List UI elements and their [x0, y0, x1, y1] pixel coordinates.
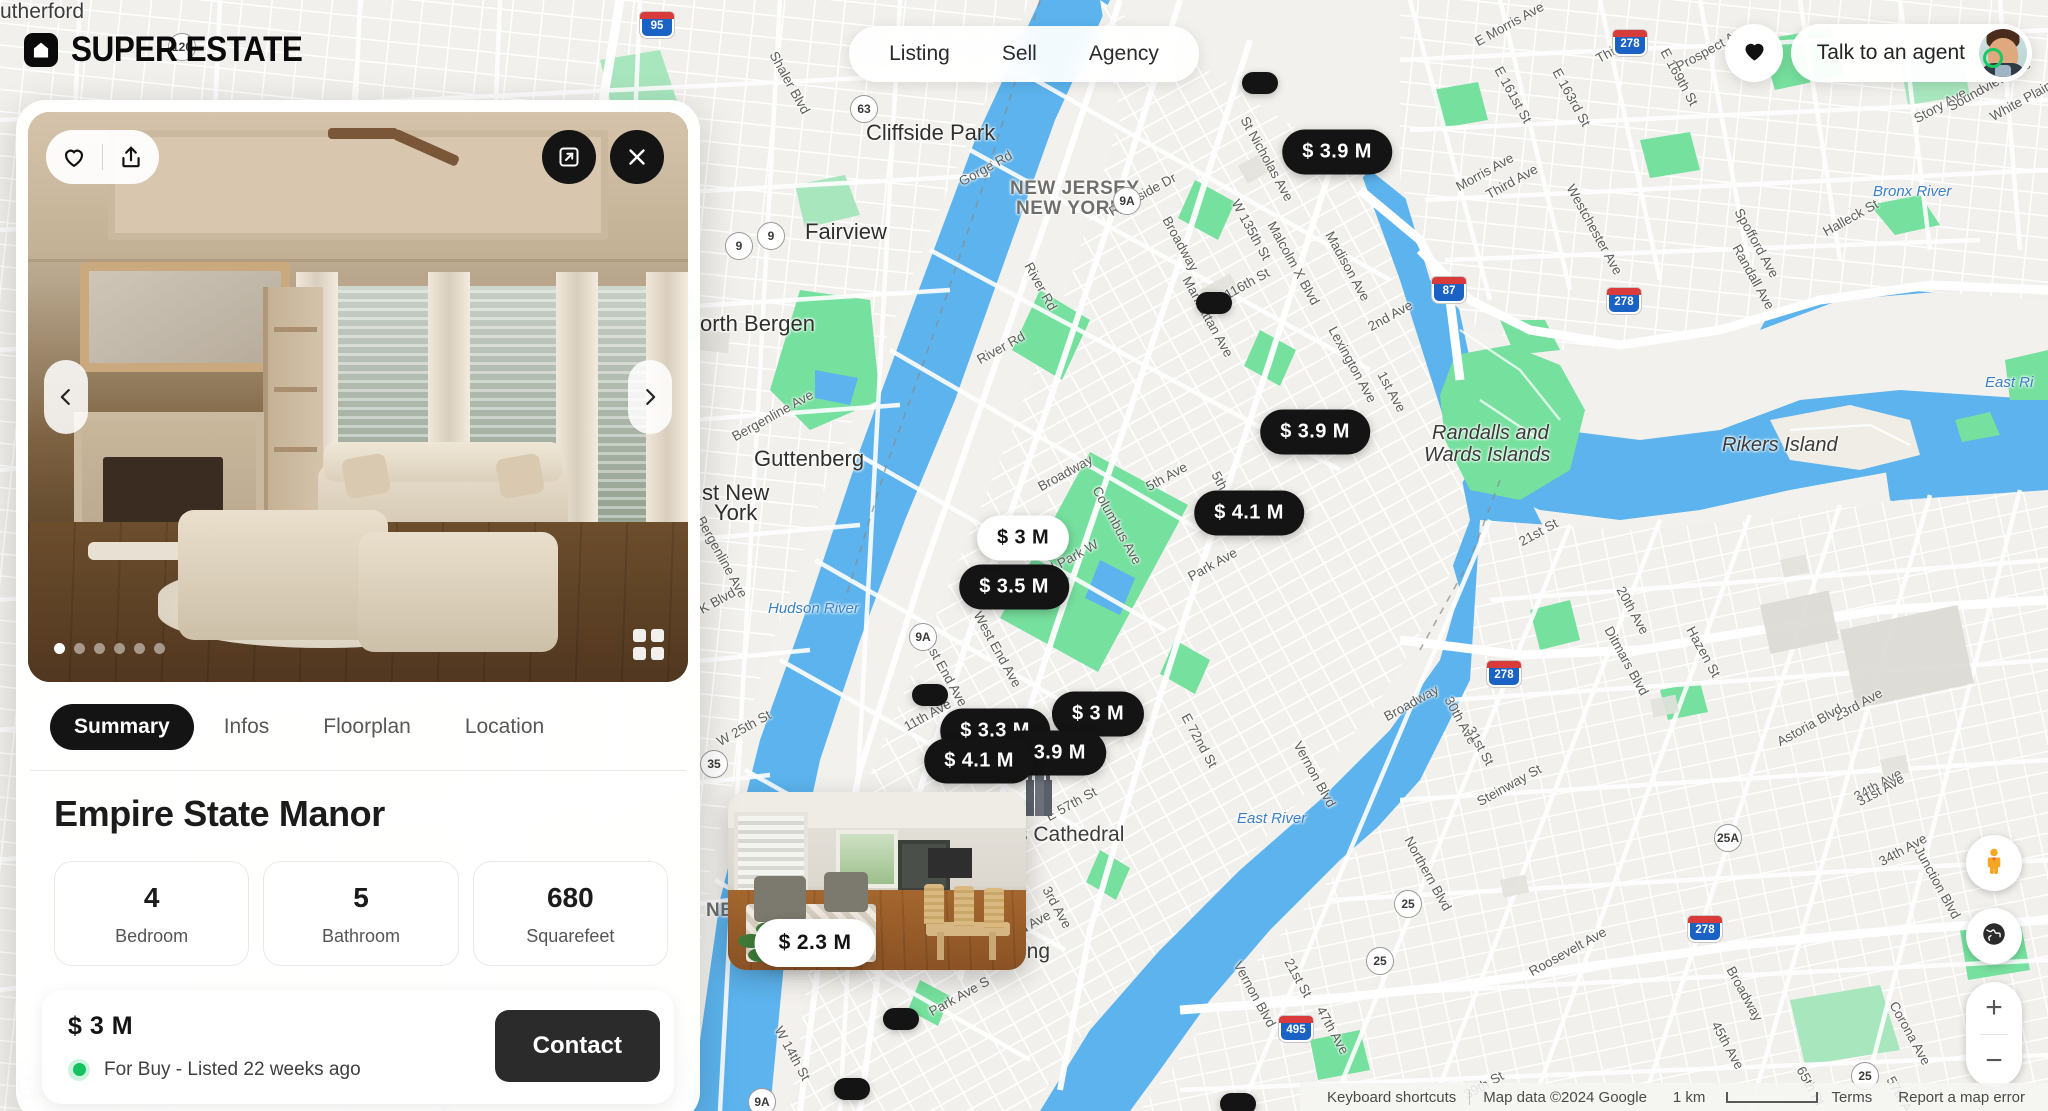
highway-shield-63: 63	[850, 95, 878, 123]
online-status-indicator	[1983, 48, 2003, 68]
tab-infos[interactable]: Infos	[200, 704, 294, 750]
status-dot-icon	[68, 1058, 90, 1081]
tab-summary[interactable]: Summary	[50, 704, 194, 750]
brand-name: SUPER ESTATE	[71, 30, 303, 69]
stat-bedroom: 4 Bedroom	[54, 861, 250, 966]
agent-avatar	[1979, 29, 2027, 77]
property-detail-card: Summary Infos Floorplan Location Empire …	[16, 100, 700, 1111]
highway-shield-25: 25	[1366, 947, 1394, 975]
nav-item-agency[interactable]: Agency	[1067, 33, 1181, 75]
terms-link[interactable]: Terms	[1818, 1089, 1885, 1106]
grid-view-icon[interactable]	[633, 629, 664, 660]
highway-shield-95: 95	[640, 12, 674, 38]
stat-bedroom-value: 4	[143, 882, 160, 913]
nav-item-sell[interactable]: Sell	[980, 33, 1059, 75]
house-icon	[24, 33, 58, 67]
map-pin-dot-5[interactable]	[1220, 1093, 1256, 1111]
gallery-dot-5[interactable]	[154, 643, 165, 654]
nav-item-listing[interactable]: Listing	[867, 33, 972, 75]
highway-shield-9A: 9A	[1113, 187, 1141, 215]
stat-bedroom-label: Bedroom	[115, 926, 189, 946]
map-pin-dot-2[interactable]	[912, 684, 948, 706]
price-marker-1[interactable]: $ 3.9 M	[1260, 409, 1370, 455]
map-pin-dot-1[interactable]	[1196, 292, 1232, 314]
card-tabs: Summary Infos Floorplan Location	[30, 682, 686, 771]
gallery-prev-button[interactable]	[44, 360, 88, 434]
highway-shield-9A: 9A	[909, 623, 937, 651]
share-button[interactable]	[103, 130, 159, 184]
stat-squarefeet: 680 Squarefeet	[472, 861, 668, 966]
map-scale-bar	[1726, 1091, 1819, 1103]
report-map-error-link[interactable]: Report a map error	[1885, 1089, 2038, 1106]
globe-icon	[1980, 920, 2008, 953]
property-stats: 4 Bedroom 5 Bathroom 680 Squarefeet	[54, 861, 668, 966]
talk-to-agent-button[interactable]: Talk to an agent	[1790, 24, 2032, 82]
gallery-dot-1[interactable]	[74, 643, 85, 654]
stat-bathroom-value: 5	[353, 882, 369, 913]
gallery-photo-living-room	[28, 112, 688, 682]
highway-shield-35: 35	[700, 750, 728, 778]
street-view-pegman-button[interactable]	[1966, 835, 2022, 891]
price-marker-8[interactable]: $ 4.1 M	[924, 738, 1034, 784]
gallery-dot-2[interactable]	[94, 643, 105, 654]
gallery-dot-4[interactable]	[134, 643, 145, 654]
highway-shield-25: 25	[1394, 890, 1422, 918]
price-marker-3[interactable]: $ 3 M	[976, 515, 1070, 561]
favorites-button[interactable]	[1725, 24, 1783, 82]
highway-shield-9: 9	[757, 222, 785, 250]
map-data-text: Map data ©2024 Google	[1483, 1088, 1647, 1106]
highway-shield-9: 9	[725, 232, 753, 260]
tab-floorplan[interactable]: Floorplan	[299, 704, 435, 750]
close-card-button[interactable]	[610, 130, 664, 184]
map-attribution-bar: Keyboard shortcuts Map data ©2024 Google…	[1300, 1083, 2048, 1111]
stat-squarefeet-value: 680	[546, 882, 594, 913]
map-pin-dot-3[interactable]	[883, 1008, 919, 1030]
top-navigation: Listing Sell Agency	[849, 26, 1199, 82]
gallery-pagination-dots[interactable]	[54, 643, 165, 654]
highway-shield-495: 495	[1279, 1016, 1313, 1042]
tab-location[interactable]: Location	[441, 704, 568, 750]
brand-logo[interactable]: SUPER ESTATE	[24, 30, 328, 70]
highway-shield-278: 278	[1688, 916, 1722, 942]
highway-shield-87: 87	[1432, 277, 1466, 303]
heart-filled-icon	[1741, 37, 1768, 69]
listing-status-text: For Buy - Listed 22 weeks ago	[104, 1058, 361, 1080]
gallery-dot-3[interactable]	[114, 643, 125, 654]
street-view-pegman-icon	[1979, 846, 2009, 881]
price-marker-4[interactable]: $ 3.5 M	[959, 564, 1069, 610]
highway-shield-278: 278	[1607, 288, 1641, 314]
stat-bathroom-label: Bathroom	[321, 926, 401, 946]
price-and-status: $ 3 M For Buy - Listed 22 weeks ago	[68, 1012, 361, 1081]
favorite-property-button[interactable]	[46, 130, 102, 184]
property-price: $ 3 M	[68, 1011, 134, 1040]
listing-status: For Buy - Listed 22 weeks ago	[68, 1058, 361, 1081]
zoom-controls: + −	[1966, 982, 2022, 1087]
stat-squarefeet-label: Squarefeet	[526, 926, 615, 946]
card-footer: $ 3 M For Buy - Listed 22 weeks ago Cont…	[42, 990, 674, 1104]
preview-price-marker[interactable]: $ 2.3 M	[754, 919, 876, 967]
map-pin-dot-0[interactable]	[1242, 72, 1278, 94]
card-body: Empire State Manor 4 Bedroom 5 Bathroom …	[28, 771, 688, 966]
price-marker-0[interactable]: $ 3.9 M	[1282, 129, 1392, 175]
gallery-next-button[interactable]	[628, 360, 672, 434]
property-gallery[interactable]	[28, 112, 688, 682]
contact-button[interactable]: Contact	[494, 1010, 660, 1082]
highway-shield-278: 278	[1487, 661, 1521, 687]
highway-shield-9A: 9A	[748, 1088, 776, 1111]
highway-shield-278: 278	[1613, 30, 1647, 56]
expand-gallery-button[interactable]	[542, 130, 596, 184]
map-scale-label: 1 km	[1672, 1088, 1706, 1106]
gallery-actions	[46, 130, 159, 184]
agent-label: Talk to an agent	[1816, 41, 1965, 64]
property-title: Empire State Manor	[54, 793, 385, 834]
highway-shield-25A: 25A	[1714, 824, 1742, 852]
price-marker-2[interactable]: $ 4.1 M	[1194, 490, 1304, 536]
stat-bathroom: 5 Bathroom	[263, 861, 459, 966]
keyboard-shortcuts-link[interactable]: Keyboard shortcuts	[1314, 1089, 1469, 1106]
zoom-in-button[interactable]: +	[1966, 982, 2022, 1034]
gallery-dot-0[interactable]	[54, 643, 65, 654]
map-pin-dot-4[interactable]	[834, 1078, 870, 1100]
map-type-globe-button[interactable]	[1966, 908, 2022, 964]
